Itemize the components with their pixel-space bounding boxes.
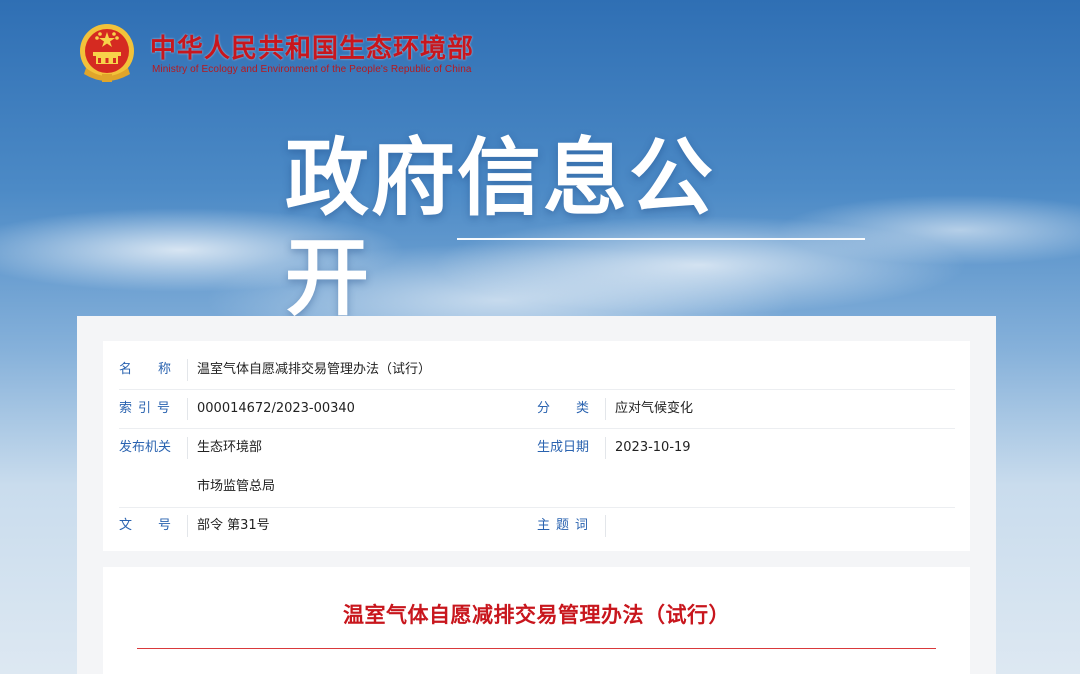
info-row-name: 名 称 温室气体自愿减排交易管理办法（试行） — [119, 351, 955, 390]
name-label: 名 称 — [119, 362, 172, 377]
separator — [187, 437, 188, 459]
national-emblem-icon — [80, 24, 134, 82]
site-subtitle: Ministry of Ecology and Environment of t… — [152, 64, 472, 75]
docno-value: 部令 第31号 — [197, 518, 270, 533]
separator — [605, 398, 606, 420]
site-title[interactable]: 中华人民共和国生态环境部 — [150, 28, 474, 65]
info-row-publisher: 发布机关 生态环境部 市场监管总局 生成日期 2023-10-19 — [119, 429, 955, 508]
article-card: 温室气体自愿减排交易管理办法（试行） — [103, 567, 970, 674]
index-value: 000014672/2023-00340 — [197, 401, 355, 416]
publisher-value-2: 市场监管总局 — [197, 479, 276, 494]
category-value: 应对气候变化 — [615, 401, 694, 416]
name-value: 温室气体自愿减排交易管理办法（试行） — [197, 362, 432, 377]
date-label: 生成日期 — [537, 440, 590, 455]
index-label: 索引号 — [119, 401, 177, 416]
document-info-card: 名 称 温室气体自愿减排交易管理办法（试行） 索引号 000014672/202… — [103, 341, 970, 551]
info-row-docno: 文 号 部令 第31号 主题词 — [119, 507, 955, 545]
hero-divider — [457, 238, 865, 240]
separator — [605, 437, 606, 459]
hero-title: 政府信息公开 — [285, 129, 716, 327]
publisher-value-1: 生态环境部 — [197, 440, 263, 455]
separator — [187, 359, 188, 381]
publisher-label: 发布机关 — [119, 440, 172, 455]
docno-label: 文 号 — [119, 518, 172, 533]
separator — [187, 398, 188, 420]
article-title: 温室气体自愿减排交易管理办法（试行） — [343, 603, 730, 627]
article-title-rule — [137, 648, 936, 649]
info-row-index: 索引号 000014672/2023-00340 分 类 应对气候变化 — [119, 390, 955, 429]
separator — [187, 515, 188, 537]
content-area: 名 称 温室气体自愿减排交易管理办法（试行） 索引号 000014672/202… — [77, 316, 996, 674]
date-value: 2023-10-19 — [615, 440, 691, 455]
category-label: 分 类 — [537, 401, 590, 416]
separator — [605, 515, 606, 537]
keywords-label: 主题词 — [537, 518, 595, 533]
